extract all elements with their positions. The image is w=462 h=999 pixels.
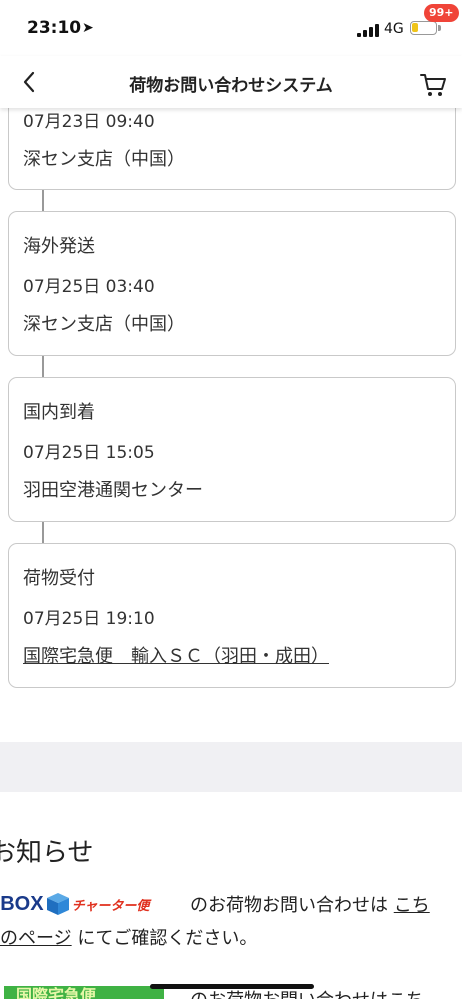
notice-page-link[interactable]: のページ: [0, 928, 72, 949]
charter-logo-text: チャーター便: [71, 897, 150, 913]
notice-link[interactable]: こち: [394, 895, 430, 916]
timeline-status: 国内到着: [23, 402, 95, 423]
cube-icon: [46, 893, 69, 915]
notice-text-part: のお荷物お問い合わせは: [190, 895, 388, 916]
network-type: 4G: [384, 21, 404, 37]
nav-bar: 荷物お問い合わせシステム: [0, 56, 462, 108]
cart-icon: [420, 74, 446, 96]
timeline-connector: [42, 522, 44, 543]
timeline-time: 07月23日 09:40: [23, 112, 155, 132]
timeline-connector: [42, 356, 44, 377]
tbox-logo: TBOX チャーター便: [0, 890, 149, 918]
timeline-time: 07月25日 19:10: [23, 609, 155, 629]
notice-line: TBOX チャーター便 のお荷物お問い合わせは こち: [0, 888, 462, 920]
notice-text-part: にてご確認ください。: [77, 928, 258, 949]
timeline-card: 荷物受付 07月25日 19:10 国際宅急便 輸入ＳＣ（羽田・成田）: [8, 543, 456, 688]
timeline-place: 深セン支店（中国）: [23, 314, 185, 335]
timeline-time: 07月25日 03:40: [23, 277, 155, 297]
kokusai-takkyubin-logo: 国際宅急便: [4, 986, 164, 999]
battery-icon: [410, 21, 441, 35]
page-title: 荷物お問い合わせシステム: [129, 76, 333, 96]
timeline-status: 荷物受付: [23, 568, 95, 589]
cart-button[interactable]: [418, 70, 448, 98]
section-divider: [0, 742, 462, 792]
timeline-card: 国内到着 07月25日 15:05 羽田空港通関センター: [8, 377, 456, 522]
timeline-place: 羽田空港通関センター: [23, 480, 203, 501]
timeline-place-link[interactable]: 国際宅急便 輸入ＳＣ（羽田・成田）: [23, 642, 329, 668]
notice-text: のお荷物お問い合わせは こち: [190, 891, 430, 917]
status-bar: 23:10 ➤ 4G: [0, 0, 462, 56]
notice-title: お知らせ: [0, 838, 94, 868]
timeline-place: 深セン支店（中国）: [23, 149, 185, 170]
location-arrow-icon: ➤: [82, 20, 94, 36]
notice-line: のページ にてご確認ください。: [0, 924, 257, 950]
tbox-logo-text: TBOX: [0, 892, 44, 915]
timeline-status: 海外発送: [23, 236, 95, 257]
timeline-connector: [42, 190, 44, 211]
signal-icon: [357, 24, 379, 37]
timeline-time: 07月25日 15:05: [23, 443, 155, 463]
status-time: 23:10: [27, 18, 82, 38]
cart-count-badge: 99+: [424, 4, 459, 22]
home-indicator: [150, 984, 314, 989]
timeline-card: 海外発送 07月25日 03:40 深セン支店（中国）: [8, 211, 456, 356]
